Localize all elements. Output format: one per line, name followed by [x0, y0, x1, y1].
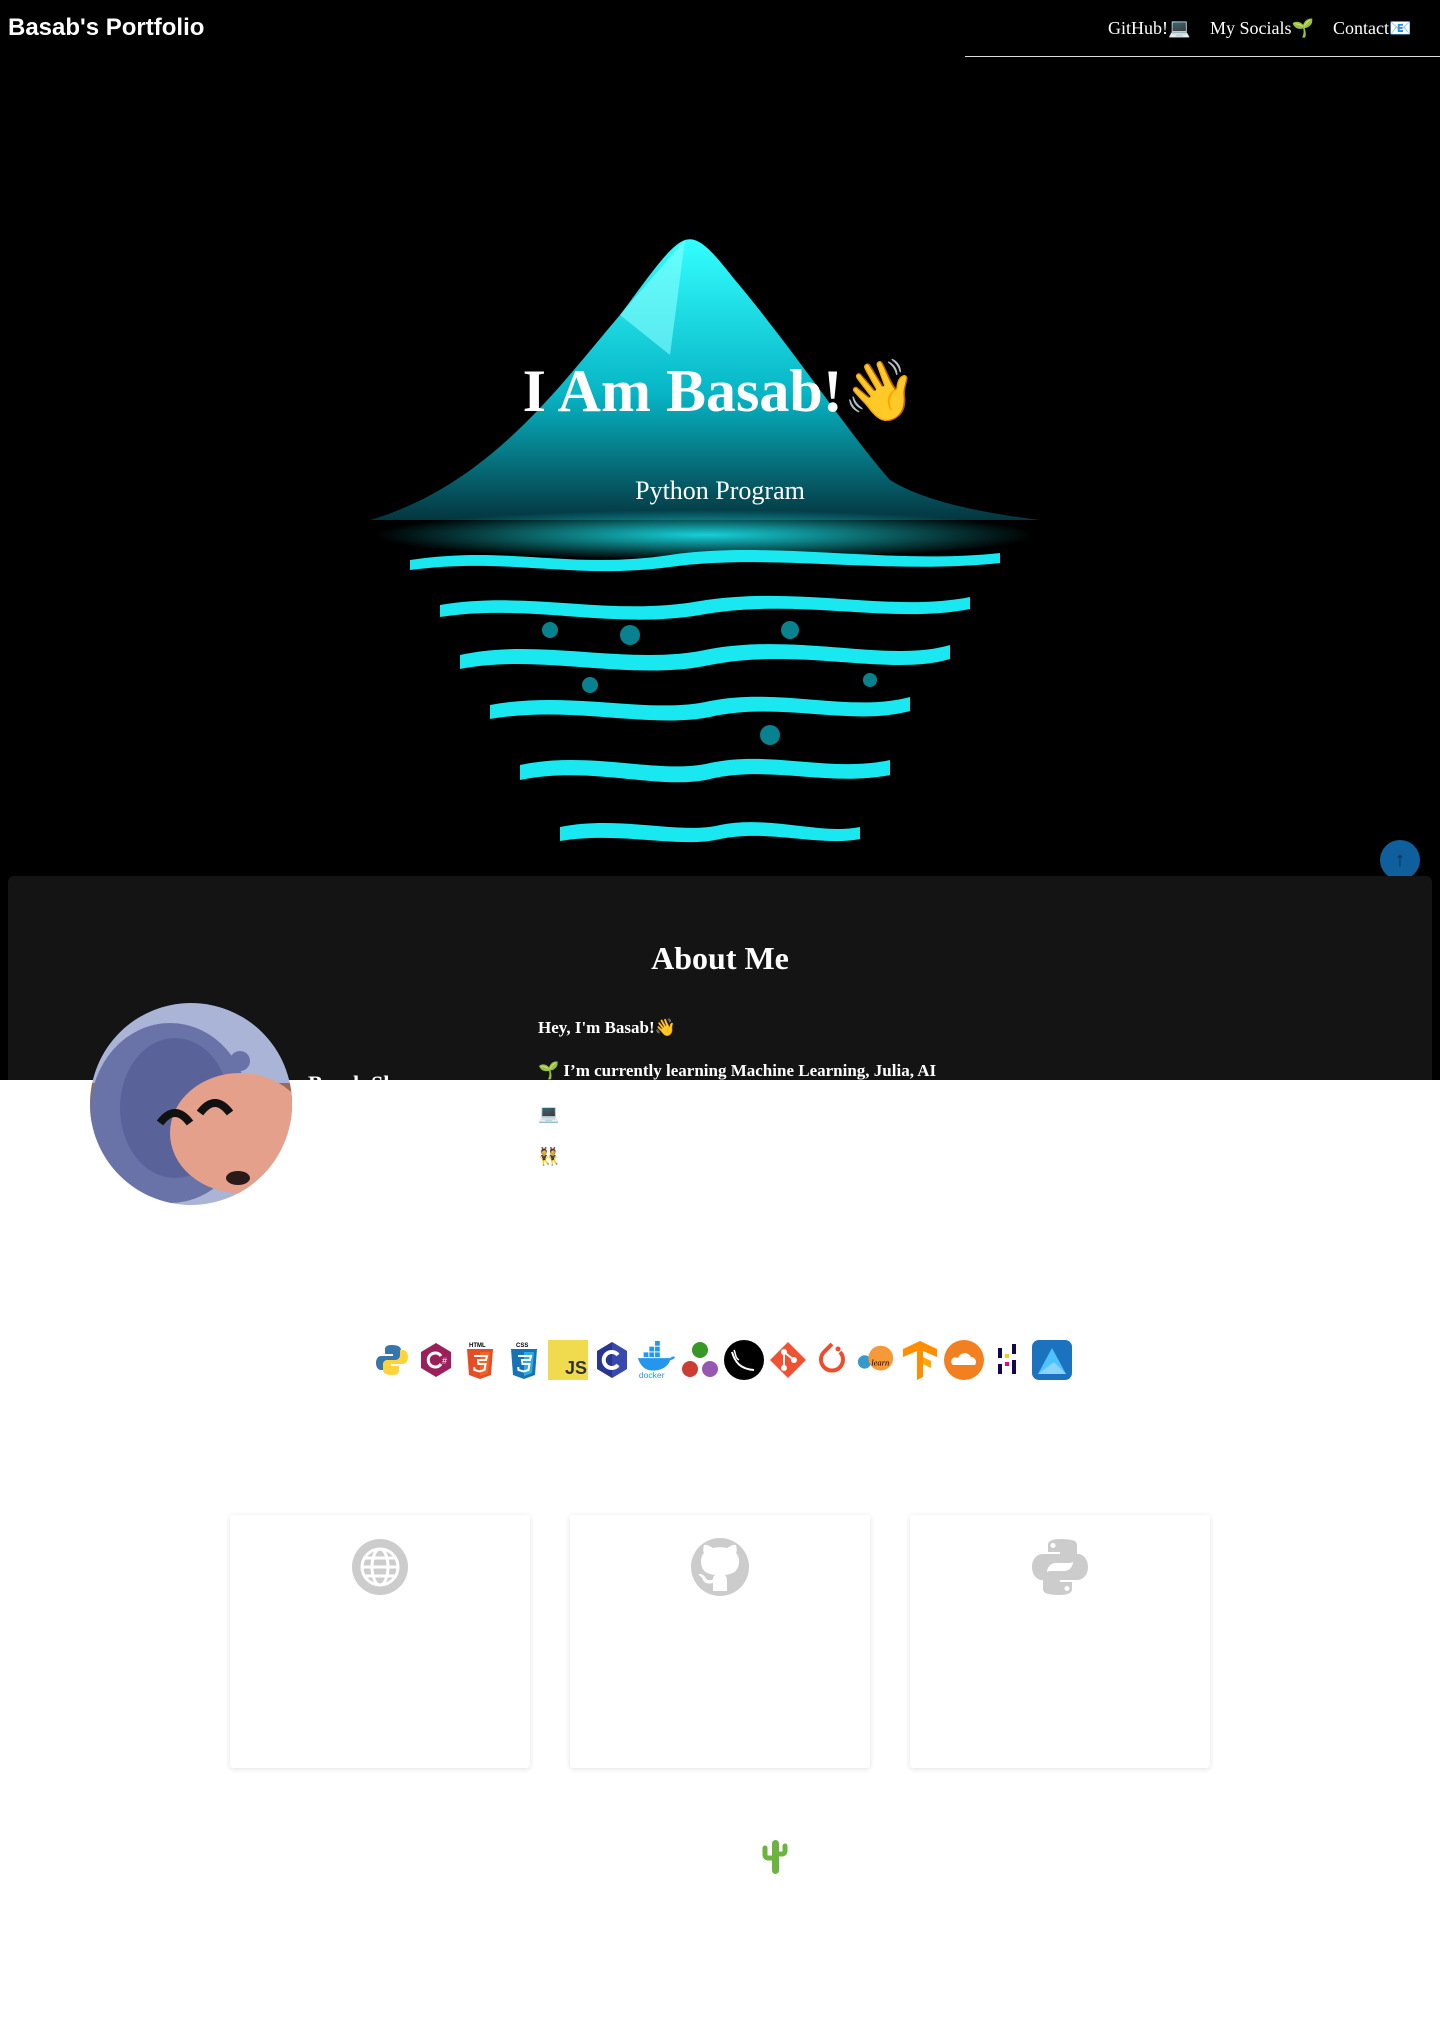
svg-text:docker: docker — [639, 1370, 665, 1380]
nav-contact-link[interactable]: Contact📧 — [1333, 18, 1411, 39]
scikit-learn-icon[interactable]: learn — [856, 1339, 896, 1381]
flask-icon[interactable] — [724, 1339, 764, 1381]
avatar-image — [90, 1003, 292, 1205]
html5-icon[interactable]: HTML — [460, 1339, 500, 1381]
svg-text:learn: learn — [871, 1358, 889, 1368]
nav-socials-link[interactable]: My Socials🌱 — [1210, 18, 1314, 39]
site-brand[interactable]: Basab's Portfolio — [8, 14, 204, 42]
pandas-icon[interactable] — [988, 1339, 1028, 1381]
bio-line-laptop: 💻 — [538, 1104, 560, 1123]
bio-line-learning: 🌱 I’m currently learning Machine Learnin… — [538, 1061, 937, 1080]
csharp-icon[interactable]: # — [416, 1339, 456, 1381]
globe-icon — [352, 1539, 408, 1595]
github-icon — [691, 1538, 749, 1596]
project-card-website[interactable] — [230, 1515, 530, 1768]
top-nav: GitHub!💻 My Socials🌱 Contact📧 — [965, 0, 1440, 57]
avatar — [90, 1003, 292, 1205]
hero-title: I Am Basab!👋 — [522, 358, 918, 424]
bio-line-greeting: Hey, I'm Basab!👋 — [538, 1018, 676, 1037]
pytorch-icon[interactable] — [812, 1339, 852, 1381]
glowing-mountain-illustration — [370, 239, 1040, 843]
javascript-icon[interactable]: JS — [548, 1339, 588, 1381]
hero-subtitle: Python Program — [635, 476, 805, 505]
cloudflare-icon[interactable] — [944, 1339, 984, 1381]
python-icon — [1032, 1539, 1088, 1595]
css3-icon[interactable]: CSS — [504, 1339, 544, 1381]
cactus-icon — [762, 1840, 788, 1874]
svg-text:CSS: CSS — [516, 1343, 528, 1349]
svg-text:JS: JS — [565, 1358, 587, 1378]
julia-icon[interactable] — [680, 1339, 720, 1381]
back-to-top-button[interactable]: ↑ — [1380, 840, 1420, 880]
hero-section: Basab's Portfolio GitHub!💻 My Socials🌱 C… — [0, 0, 1440, 1080]
nav-github-link[interactable]: GitHub!💻 — [1108, 18, 1190, 39]
project-card-python[interactable] — [910, 1515, 1210, 1768]
c-icon[interactable] — [592, 1339, 632, 1381]
bio-line-collab: 👯 — [538, 1147, 560, 1166]
about-name: Basab Sh — [308, 1071, 395, 1083]
git-icon[interactable] — [768, 1339, 808, 1381]
affinity-designer-icon[interactable] — [1032, 1339, 1072, 1381]
svg-text:#: # — [442, 1356, 447, 1366]
python-icon[interactable] — [372, 1339, 412, 1381]
tensorflow-icon[interactable] — [900, 1339, 940, 1381]
svg-text:HTML: HTML — [469, 1343, 486, 1349]
skills-icon-row: # HTML CSS JS docker learn — [372, 1337, 1072, 1383]
project-card-github[interactable] — [570, 1515, 870, 1768]
docker-icon[interactable]: docker — [636, 1339, 676, 1381]
about-heading: About Me — [651, 940, 789, 976]
